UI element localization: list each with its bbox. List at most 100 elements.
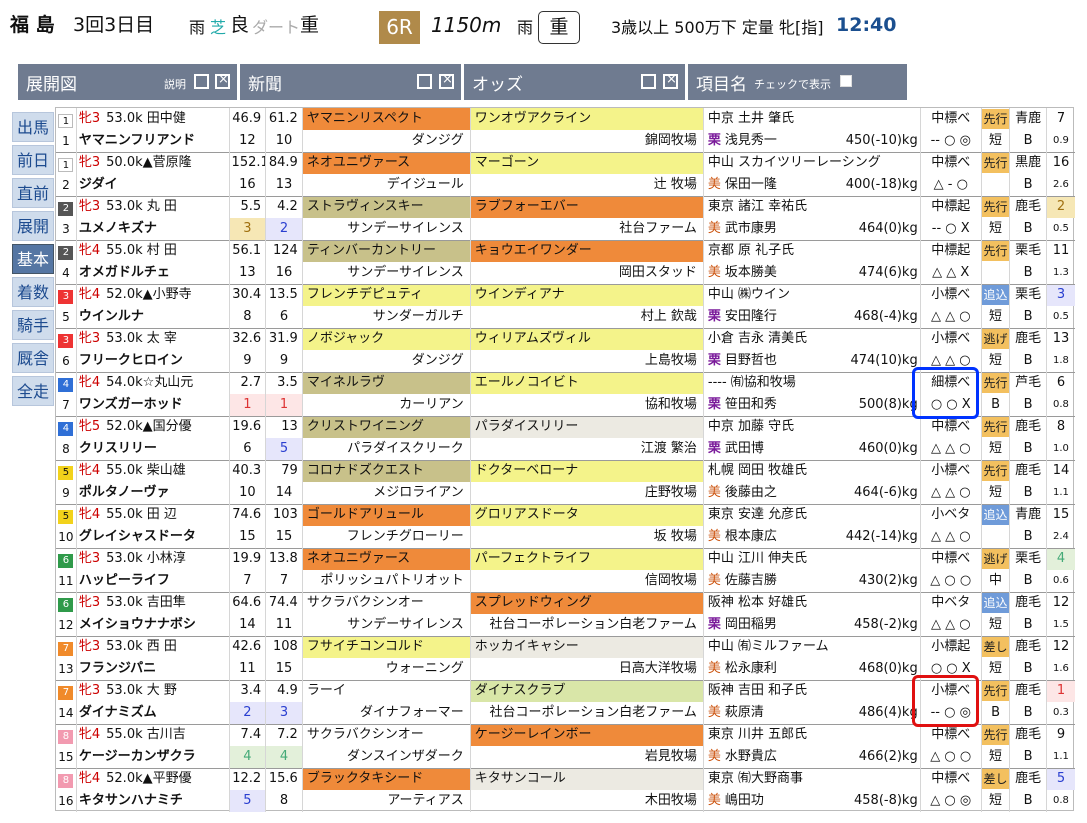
rank-1: 12 xyxy=(229,130,267,152)
indicator-2: △ ○ ○ xyxy=(920,746,982,768)
distance-pref: 中 xyxy=(981,570,1011,592)
sidenav-item[interactable]: 出馬 xyxy=(12,112,54,142)
rank-1: 9 xyxy=(229,350,267,372)
weight-jockey: 55.0k 柴山雄 xyxy=(106,463,186,479)
indicator-1: 小標起 xyxy=(920,635,982,658)
checkbox[interactable] xyxy=(840,75,852,87)
horse-name: オメガドルチェ xyxy=(76,262,230,284)
body-weight: 442(-14)kg xyxy=(845,528,918,544)
close-icon[interactable] xyxy=(439,72,454,89)
popularity-ratio: 0.5 xyxy=(1053,310,1069,322)
body-weight: 468(0)kg xyxy=(858,660,918,676)
style-badge: 逃げ xyxy=(981,329,1009,350)
damsire-name: デイジュール xyxy=(302,174,471,196)
close-icon[interactable] xyxy=(663,72,678,89)
owner-name: 阪神 松本 好雄氏 xyxy=(703,591,921,614)
sidenav-item[interactable]: 全走 xyxy=(12,376,54,406)
popularity: 7 xyxy=(1056,111,1066,126)
sidenav-item[interactable]: 前日 xyxy=(12,145,54,175)
sidenav-item[interactable]: 基本 xyxy=(12,244,54,274)
odds-win: 5.5 xyxy=(229,195,267,218)
sidenav-item[interactable]: 直前 xyxy=(12,178,54,208)
frame-cell: 7 xyxy=(56,635,77,658)
dam-name: スプレッドウィング xyxy=(470,591,704,614)
sire-name: ブラックタキシード xyxy=(302,767,471,790)
breeder-name: 錦岡牧場 xyxy=(470,130,704,152)
odds-win: 12.2 xyxy=(229,767,267,790)
popularity: 9 xyxy=(1046,723,1075,746)
setsumei-link[interactable]: 説明 xyxy=(164,76,186,92)
horse-number: 12 xyxy=(56,614,77,636)
odds-place: 79 xyxy=(265,459,303,482)
style-badge: 先行 xyxy=(981,461,1009,482)
popularity-ratio: 1.0 xyxy=(1053,442,1069,454)
odds-place: 124 xyxy=(265,239,303,262)
blinker: B xyxy=(1009,746,1047,768)
minimize-icon[interactable] xyxy=(417,74,432,89)
race-class: 3歳以上 500万下 定量 牝[指] xyxy=(611,18,824,37)
trainer-name: 安田隆行 xyxy=(724,308,777,324)
sex-age: 牝4 xyxy=(78,727,101,743)
sidenav-item[interactable]: 着数 xyxy=(12,277,54,307)
trainer-name: 岡田稲男 xyxy=(724,616,777,632)
popularity: 6 xyxy=(1046,371,1075,394)
blinker: B xyxy=(1009,350,1047,372)
weight-jockey: 52.0k▲小野寺 xyxy=(106,287,192,303)
owner-name: 中山 江川 伸夫氏 xyxy=(703,547,921,570)
coat-color: 鹿毛 xyxy=(1009,635,1047,658)
coat-color: 鹿毛 xyxy=(1009,415,1047,438)
rank-2: 11 xyxy=(265,614,303,636)
owner-name: 中山 ㈲ミルファーム xyxy=(703,635,921,658)
frame-badge: 7 xyxy=(58,641,74,656)
damsire-name: ウォーニング xyxy=(302,658,471,680)
running-style: 先行 xyxy=(981,151,1011,174)
frame-badge: 4 xyxy=(58,377,74,392)
running-style: 逃げ xyxy=(981,327,1011,350)
popularity: 14 xyxy=(1046,459,1075,482)
sidenav-item[interactable]: 厩舎 xyxy=(12,343,54,373)
rank-2: 13 xyxy=(265,174,303,196)
blue-highlight-box xyxy=(912,367,979,419)
owner-name: 札幌 岡田 牧雄氏 xyxy=(703,459,921,482)
blinker: B xyxy=(1009,174,1047,196)
frame-cell: 5 xyxy=(56,503,77,526)
horse-number: 6 xyxy=(56,350,77,372)
weight-jockey: 53.0k 太 宰 xyxy=(106,331,177,347)
horse-name: ヤマニンフリアンド xyxy=(76,130,230,152)
indicator-2: △ ○ ○ xyxy=(920,570,982,592)
blinker: B xyxy=(1009,438,1047,460)
check-label: チェックで表示 xyxy=(754,78,831,91)
rank-2: 2 xyxy=(265,218,303,240)
indicator-1: 中標べ xyxy=(920,151,982,174)
popularity: 1 xyxy=(1046,679,1075,702)
popularity: 3 xyxy=(1046,283,1075,306)
dam-name: ワンオヴアクライン xyxy=(470,108,704,130)
horse-name: クリスリリー xyxy=(76,438,230,460)
odds-place: 84.9 xyxy=(265,151,303,174)
jockey-cell: 牝3 53.0k 西 田 xyxy=(76,635,230,658)
owner-name: 東京 諸江 幸祐氏 xyxy=(703,195,921,218)
indicator-1: 中標べ xyxy=(920,767,982,790)
rank-1: 5 xyxy=(229,790,267,812)
sidenav-item[interactable]: 展開 xyxy=(12,211,54,241)
minimize-icon[interactable] xyxy=(641,74,656,89)
coat-color: 芦毛 xyxy=(1009,371,1047,394)
sire-name: ネオユニヴァース xyxy=(302,151,471,174)
indicator-1: 小標べ xyxy=(920,459,982,482)
coat-color: 鹿毛 xyxy=(1009,723,1047,746)
blinker: B xyxy=(1009,570,1047,592)
rank-1: 3 xyxy=(229,218,267,240)
sex-age: 牝4 xyxy=(78,771,101,787)
close-icon[interactable] xyxy=(215,72,230,89)
running-style: 先行 xyxy=(981,239,1011,262)
jockey-cell: 牝3 53.0k 小林淳 xyxy=(76,547,230,570)
breeder-name: 信岡牧場 xyxy=(470,570,704,592)
coat-color: 黒鹿 xyxy=(1009,151,1047,174)
jockey-cell: 牝4 52.0k▲平野優 xyxy=(76,767,230,790)
minimize-icon[interactable] xyxy=(194,74,209,89)
sex-age: 牝4 xyxy=(78,463,101,479)
sidenav-item[interactable]: 騎手 xyxy=(12,310,54,340)
frame-cell: 8 xyxy=(56,723,77,746)
trainer-name: 水野貴広 xyxy=(724,748,777,764)
rank-1: 11 xyxy=(229,658,267,680)
